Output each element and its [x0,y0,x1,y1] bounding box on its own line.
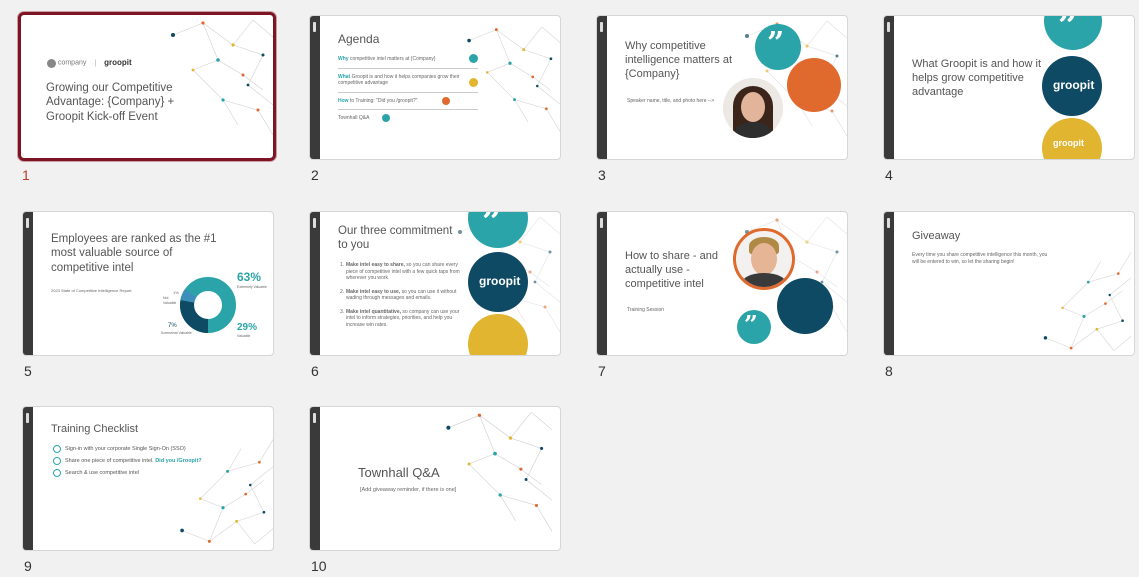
slide-title: What Groopit is and how it helps grow co… [912,58,1042,98]
quote-circle: ” [1044,15,1102,50]
why-icon [469,54,478,63]
checkbox-circle [53,469,61,477]
slide-number-6: 6 [311,363,319,379]
commitment-item: 2. Make intel easy to use, so you can use… [340,288,457,302]
slide-thumbnail-10[interactable]: Townhall Q&A [Add giveaway reminder, if … [309,406,561,551]
network-graphic [179,439,273,545]
source-caption: 2023 State of Competitive Intelligence R… [51,288,132,293]
agenda-item: What Groopit is and how it helps compani… [338,74,478,93]
sidebar-strip [23,212,33,355]
slide-subtitle: Speaker name, title, and photo here --> [627,98,715,104]
checklist-item: Sign-in with your corporate Single Sign-… [53,445,253,457]
slide-subtitle: Training Session [627,307,665,313]
groopit-logo: groopit [479,274,521,288]
quote-icon: ” [482,211,502,242]
slide-title: How to share - and actually use - compet… [625,250,718,290]
sidebar-strip [310,16,320,159]
stat-7: 7% [168,323,177,329]
how-icon [442,96,450,105]
slide-number-10: 10 [311,558,327,574]
checkbox-circle [53,457,61,465]
stat-29-label: Valuable [237,334,251,338]
slide-thumbnail-9[interactable]: Training Checklist Sign-in with your cor… [22,406,274,551]
slide-number-1: 1 [22,167,30,183]
commitment-item: 3. Make intel quantitative, so company ca… [340,308,460,328]
trainer-photo [733,228,795,290]
qa-icon [382,114,390,122]
stat-1-label: Not Valuable [163,296,177,305]
slide-thumbnail-5[interactable]: Employees are ranked as the #1 most valu… [22,211,274,356]
slide-thumbnail-6[interactable]: Our three commitment to you 1. Make intel… [309,211,561,356]
stat-63: 63% [237,270,262,284]
slide-title: Townhall Q&A [358,465,440,480]
slide-number-7: 7 [598,363,606,379]
groopit-logo: groopit [1053,78,1095,92]
checklist: Sign-in with your corporate Single Sign-… [53,445,253,481]
stat-29: 29% [237,322,258,333]
slide-number-2: 2 [311,167,319,183]
checklist-item: Share one piece of competitive intel. Di… [53,457,253,469]
slide-title: Agenda [338,32,380,46]
slide-title: Our three commitment to you [338,225,453,252]
slide-thumbnail-1[interactable]: company | groopit Growing our Competitiv… [18,12,276,161]
slide-title: Giveaway [912,230,961,242]
slide-number-4: 4 [885,167,893,183]
agenda-item: How to Training: "Did you /groopit?" [338,96,478,110]
slide-thumbnail-7[interactable]: How to share - and actually use - compet… [596,211,848,356]
slide-thumbnail-2[interactable]: Agenda Why competitive intel matters at … [309,15,561,160]
groopit-logo: groopit [1053,138,1084,148]
slide-thumbnail-8[interactable]: Giveaway Every time you share competitiv… [883,211,1135,356]
checkbox-circle [53,445,61,453]
groopit-logo-circle: groopit [1042,118,1102,159]
slide-subtitle: [Add giveaway reminder, if there is one] [360,487,457,493]
sidebar-strip [884,212,894,355]
quote-circle: ” [737,310,771,344]
sidebar-strip [597,212,607,355]
sidebar-strip [884,16,894,159]
agenda-list: Why competitive intel matters at {Compan… [338,54,478,122]
sidebar-strip [597,16,607,159]
stat-7-label: Somewhat Valuable [161,331,192,335]
commitment-list: 1. Make intel easy to share, so you can s… [340,262,462,328]
decor-circle [787,58,841,112]
slide-title: Why competitive intelligence matters at … [625,40,732,80]
groopit-logo-circle: groopit [1042,56,1102,116]
stat-63-label: Extremely Valuable [237,285,267,289]
company-logo: company | groopit [47,58,132,68]
slide-body: Every time you share competitive intelli… [912,252,1048,265]
slide-number-3: 3 [598,167,606,183]
slide-title: Growing our Competitive Advantage: {Comp… [46,82,175,123]
checklist-item: Search & use competitive intel [53,469,253,481]
commitment-item: 1. Make intel easy to share, so you can s… [340,262,460,281]
slide-number-8: 8 [885,363,893,379]
network-graphic [445,411,553,532]
decor-circle [777,278,833,334]
quote-icon: ” [1058,15,1078,46]
what-icon [469,77,478,87]
sidebar-strip [310,212,320,355]
sidebar-strip [310,407,320,550]
groopit-logo-circle: groopit [468,252,528,312]
slide-thumbnail-3[interactable]: Why competitive intelligence matters at … [596,15,848,160]
agenda-item: Why competitive intel matters at {Compan… [338,54,478,69]
sidebar-strip [23,407,33,550]
speaker-photo [723,78,783,138]
quote-circle: ” [755,24,801,70]
slide-title: Training Checklist [51,423,139,435]
stat-1: 1% [173,290,179,295]
donut-chart [180,276,236,333]
agenda-item: Townhall Q&A [338,114,478,122]
slide-number-9: 9 [24,558,32,574]
slide-thumbnail-4[interactable]: ” groopit groopit What Groopit is and ho… [883,15,1135,160]
quote-icon: ” [767,26,785,61]
groopit-logo: groopit [104,58,132,67]
slide-title: Employees are ranked as the #1 most valu… [51,233,217,274]
slide-number-5: 5 [24,363,32,379]
quote-icon: ” [744,310,758,339]
